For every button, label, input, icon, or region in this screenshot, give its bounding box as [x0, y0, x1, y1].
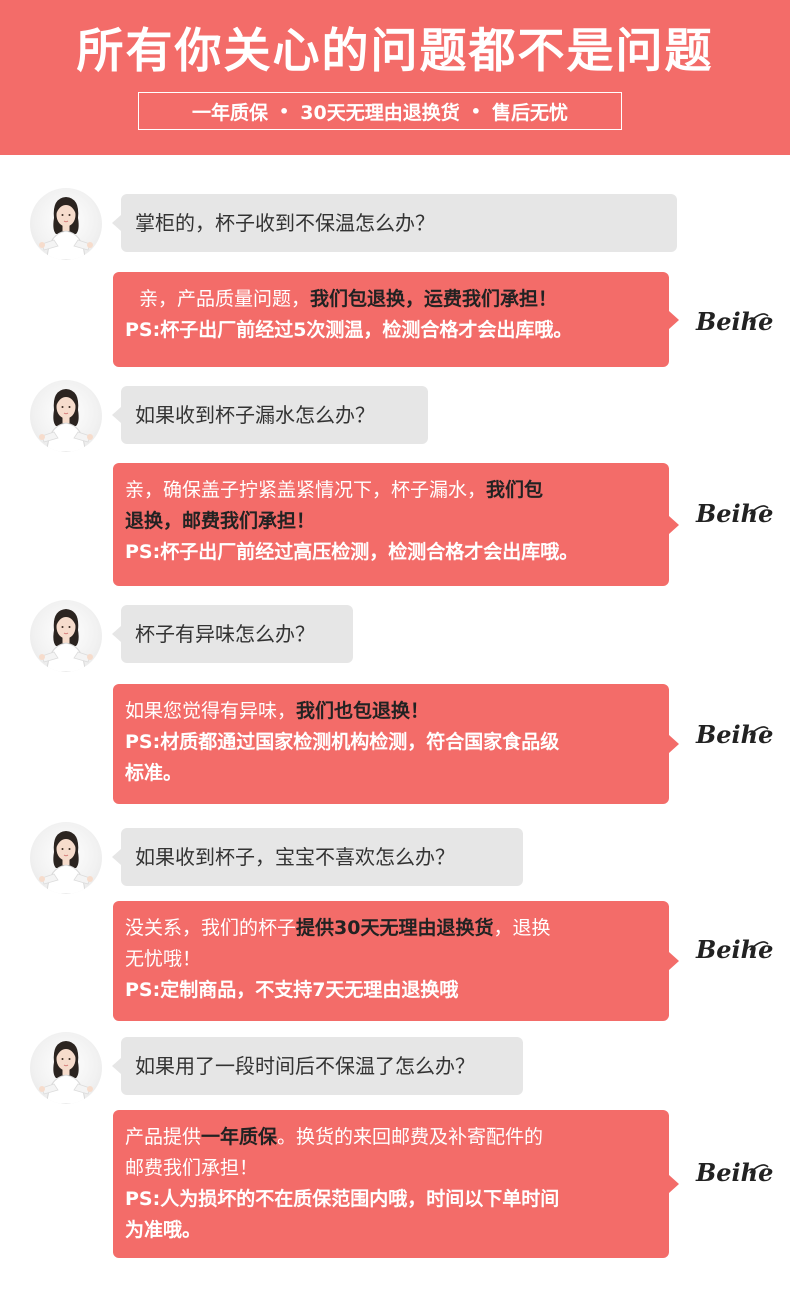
promise-aftersale: 售后无忧 [491, 101, 568, 124]
question-bubble: 掌柜的，杯子收到不保温怎么办？ [112, 194, 677, 252]
promise-return: 30天无理由退换货 [300, 101, 460, 124]
answer-line: 没关系，我们的杯子提供30天无理由退换货，退换 [125, 913, 657, 944]
answer-line: 标准。 [125, 758, 657, 789]
answer-line: PS:杯子出厂前经过5次测温，检测合格才会出库哦。 [125, 315, 657, 346]
promise-warranty: 一年质保 [192, 101, 269, 124]
answer-line: 无忧哦！ [125, 944, 657, 975]
answer-emphasis-text: 一年质保 [201, 1126, 278, 1148]
question-bubble: 如果收到杯子漏水怎么办？ [112, 386, 428, 444]
answer-line: 如果您觉得有异味，我们也包退换！ [125, 696, 657, 727]
svg-text:Beihe: Beihe [695, 720, 773, 749]
question-bubble: 如果收到杯子，宝宝不喜欢怎么办？ [112, 828, 523, 886]
answer-emphasis-text: 提供30天无理由退换货 [296, 917, 494, 939]
question-text: 如果收到杯子，宝宝不喜欢怎么办？ [135, 845, 455, 869]
answer-ps-text: PS:杯子出厂前经过5次测温，检测合格才会出库哦。 [125, 319, 573, 341]
question-text: 如果用了一段时间后不保温了怎么办？ [135, 1054, 475, 1078]
answer-ps-text: PS:材质都通过国家检测机构检测，符合国家食品级 [125, 731, 560, 753]
beihe-logo: Beihe [694, 304, 774, 338]
answer-line: 产品提供一年质保。换货的来回邮费及补寄配件的 [125, 1122, 657, 1153]
answer-line: PS:人为损坏的不在质保范围内哦，时间以下单时间 [125, 1184, 657, 1215]
page-title: 所有你关心的问题都不是问题 [76, 24, 714, 79]
answer-text: 亲，确保盖子拧紧盖紧情况下，杯子漏水， [125, 479, 487, 501]
answer-bubble: 没关系，我们的杯子提供30天无理由退换货，退换无忧哦！ PS:定制商品，不支持7天… [113, 901, 679, 1021]
answer-line: 邮费我们承担！ [125, 1153, 657, 1184]
answer-line: PS:定制商品，不支持7天无理由退换哦 [125, 975, 657, 1006]
separator-dot: • [470, 101, 481, 121]
answer-text: ，退换 [493, 917, 551, 939]
answer-line: 亲，产品质量问题，我们包退换，运费我们承担！ [125, 284, 657, 315]
service-promise-box: 一年质保 • 30天无理由退换货 • 售后无忧 [138, 92, 622, 130]
customer-avatar [30, 188, 102, 260]
customer-avatar [30, 380, 102, 452]
answer-bubble: 如果您觉得有异味，我们也包退换！ PS:材质都通过国家检测机构检测，符合国家食品级… [113, 684, 679, 804]
question-bubble: 如果用了一段时间后不保温了怎么办？ [112, 1037, 523, 1095]
answer-text: 邮费我们承担！ [125, 1157, 259, 1179]
svg-text:Beihe: Beihe [695, 499, 773, 528]
beihe-logo: Beihe [694, 1155, 774, 1189]
answer-text: 产品提供 [125, 1126, 202, 1148]
svg-text:Beihe: Beihe [695, 935, 773, 964]
beihe-logo: Beihe [694, 717, 774, 751]
answer-ps-text: 为准哦。 [125, 1219, 202, 1241]
answer-emphasis-text: 我们包 [486, 479, 544, 501]
answer-bubble: 亲，产品质量问题，我们包退换，运费我们承担！ PS:杯子出厂前经过5次测温，检测合… [113, 272, 679, 367]
question-bubble: 杯子有异味怎么办？ [112, 605, 353, 663]
beihe-logo: Beihe [694, 496, 774, 530]
question-text: 杯子有异味怎么办？ [135, 622, 315, 646]
answer-emphasis-text: 退换，邮费我们承担！ [125, 510, 316, 532]
svg-text:Beihe: Beihe [695, 307, 773, 336]
svg-text:Beihe: Beihe [695, 1158, 773, 1187]
customer-avatar [30, 822, 102, 894]
answer-line: 亲，确保盖子拧紧盖紧情况下，杯子漏水，我们包 [125, 475, 657, 506]
answer-text: 无忧哦！ [125, 948, 202, 970]
question-text: 如果收到杯子漏水怎么办？ [135, 403, 375, 427]
customer-avatar [30, 600, 102, 672]
answer-ps-text: 标准。 [125, 762, 183, 784]
answer-text: 如果您觉得有异味， [125, 700, 297, 722]
answer-text: 没关系，我们的杯子 [125, 917, 297, 939]
answer-emphasis-text: 我们也包退换！ [296, 700, 430, 722]
header-banner: 所有你关心的问题都不是问题 一年质保 • 30天无理由退换货 • 售后无忧 [0, 0, 790, 155]
answer-line: PS:材质都通过国家检测机构检测，符合国家食品级 [125, 727, 657, 758]
answer-text: 亲，产品质量问题， [139, 288, 311, 310]
answer-line: 退换，邮费我们承担！ [125, 506, 657, 537]
answer-ps-text: PS:人为损坏的不在质保范围内哦，时间以下单时间 [125, 1188, 560, 1210]
answer-bubble: 亲，确保盖子拧紧盖紧情况下，杯子漏水，我们包退换，邮费我们承担！ PS:杯子出厂前… [113, 463, 679, 586]
answer-ps-text: PS:定制商品，不支持7天无理由退换哦 [125, 979, 459, 1001]
customer-avatar [30, 1032, 102, 1104]
answer-ps-text: PS:杯子出厂前经过高压检测，检测合格才会出库哦。 [125, 541, 579, 563]
question-text: 掌柜的，杯子收到不保温怎么办？ [135, 211, 435, 235]
answer-bubble: 产品提供一年质保。换货的来回邮费及补寄配件的 邮费我们承担！ PS:人为损坏的不在质… [113, 1110, 679, 1258]
answer-text: 。换货的来回邮费及补寄配件的 [277, 1126, 544, 1148]
answer-line: PS:杯子出厂前经过高压检测，检测合格才会出库哦。 [125, 537, 657, 568]
answer-line: 为准哦。 [125, 1215, 657, 1246]
answer-emphasis-text: 我们包退换，运费我们承担！ [310, 288, 558, 310]
beihe-logo: Beihe [694, 932, 774, 966]
separator-dot: • [279, 101, 290, 121]
